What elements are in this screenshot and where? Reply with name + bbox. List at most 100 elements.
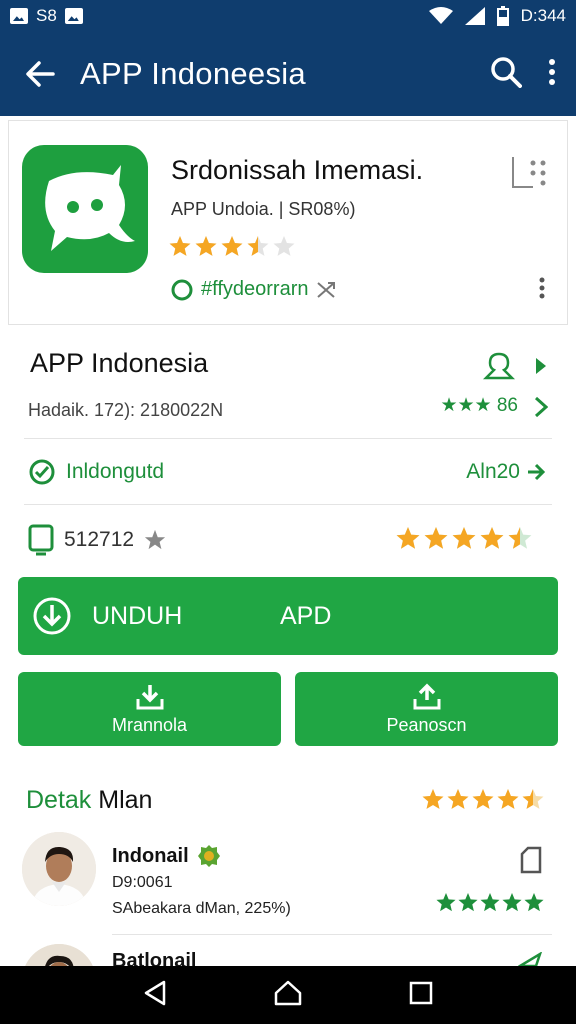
rating-star-filled (221, 236, 243, 256)
rating-star-filled (458, 893, 478, 912)
wifi-icon (428, 7, 453, 24)
app-bar-title: APP Indoneesia (80, 56, 306, 91)
row-left-label: Inldongutd (66, 460, 165, 483)
rating-star-empty (273, 236, 295, 256)
bookmark-grid-icon (512, 157, 546, 188)
review-meta-date: D9:0061 (112, 874, 173, 891)
section-title: APP Indonesia (30, 348, 209, 378)
app-subtitle: APP Undoia. | SR08%) (171, 199, 356, 219)
right-action-button[interactable]: Peanoscn (295, 672, 558, 746)
rating-star-filled (424, 527, 448, 549)
rating-star-filled (480, 893, 500, 912)
follow-button[interactable] (482, 352, 516, 387)
nav-recents-button[interactable] (408, 980, 434, 1011)
right-action-label: Peanoscn (386, 714, 467, 735)
share-tray-icon (413, 683, 440, 709)
install-button[interactable]: UNDUH APD (18, 577, 558, 655)
person-outline-icon (482, 352, 516, 380)
avatar[interactable] (22, 832, 96, 906)
review-item: Indonail (112, 844, 221, 868)
rating-star-filled (452, 527, 476, 549)
more-vert-icon (549, 58, 555, 85)
arrow-back-icon (26, 61, 55, 87)
divider (24, 438, 552, 439)
person-photo-icon (22, 832, 96, 906)
rating-star-filled (169, 236, 191, 256)
rating-star-filled (502, 893, 522, 912)
row-right-label: Aln20 (466, 460, 520, 483)
system-nav-bar (0, 966, 576, 1024)
reviews-title-part2: Mlan (98, 786, 153, 814)
app-icon[interactable] (22, 145, 148, 273)
rating-chevron-button[interactable] (534, 396, 549, 423)
app-bar: APP Indoneesia (0, 32, 576, 116)
row-rating-stars (396, 526, 546, 550)
info-row-device[interactable]: 512712 (28, 524, 166, 556)
rating-star-filled (447, 789, 469, 809)
flag-outline-icon (520, 846, 542, 874)
external-link-icon (317, 281, 336, 298)
header-more-button[interactable] (539, 277, 545, 304)
chat-ghost-icon (45, 165, 135, 251)
nav-back-button[interactable] (142, 979, 168, 1012)
app-header-card: Srdonissah Imemasi. APP Undoia. | SR08%)… (8, 120, 568, 325)
info-rating-text: ★★★ 86 (440, 395, 518, 416)
status-bar: S8 D:344 (0, 0, 576, 32)
reviews-rating-stars (422, 788, 546, 817)
reviewer-name: Indonail (112, 844, 189, 867)
image-notification-icon (64, 8, 83, 24)
wishlist-button[interactable] (511, 155, 547, 194)
tablet-icon (28, 524, 54, 556)
signal-icon (464, 7, 485, 25)
check-circle-icon (29, 459, 55, 485)
review-flag-button[interactable] (520, 846, 542, 879)
info-chevron-button[interactable] (534, 356, 548, 381)
square-recents-icon (409, 981, 432, 1004)
overflow-menu-button[interactable] (548, 58, 556, 91)
rating-star-filled (497, 789, 519, 809)
developer-link[interactable]: #ffydeorrarn (171, 278, 336, 301)
download-circle-icon (33, 597, 71, 635)
section-subtitle: Hadaik. 172): 2180022N (28, 400, 224, 420)
rating-star-filled (422, 789, 444, 809)
search-button[interactable] (490, 56, 522, 93)
app-name: Srdonissah Imemasi. (171, 155, 424, 185)
reviews-title-part1: Detak (26, 786, 92, 814)
divider (112, 934, 552, 935)
rating-star-filled (396, 527, 420, 549)
download-tray-icon (136, 684, 163, 709)
status-time-left: S8 (36, 6, 57, 25)
search-icon (491, 56, 522, 88)
info-row-version-action[interactable]: Aln20 (466, 460, 546, 484)
more-vert-icon (539, 277, 545, 299)
left-action-button[interactable]: Mrannola (18, 672, 281, 746)
review-meta-text: SAbeakara dMan, 225%) (112, 900, 291, 917)
reviews-title: Detak Mlan (26, 786, 152, 815)
star-icon (144, 529, 166, 550)
developer-name: #ffydeorrarn (201, 278, 309, 300)
info-rating: ★★★ 86 (440, 394, 518, 417)
chevron-right-icon (536, 358, 546, 374)
app-rating-stars (169, 235, 309, 264)
status-clock: D:344 (520, 6, 566, 25)
review-rating-stars (436, 892, 546, 919)
arrow-right-icon (528, 463, 546, 481)
nav-home-button[interactable] (273, 979, 303, 1012)
verified-circle-icon (171, 279, 193, 300)
gallery-notification-icon (10, 8, 28, 24)
row-left-label: 512712 (64, 528, 135, 551)
home-icon (274, 980, 302, 1005)
rating-star-filled (472, 789, 494, 809)
install-label: UNDUH (92, 601, 183, 630)
triangle-back-icon (145, 980, 166, 1005)
back-button[interactable] (0, 59, 80, 89)
rating-star-filled (195, 236, 217, 256)
verified-badge-icon (197, 845, 220, 867)
battery-icon (496, 6, 509, 26)
divider (24, 504, 552, 505)
install-label-secondary: APD (280, 601, 332, 630)
rating-star-filled (524, 893, 544, 912)
info-row-version[interactable]: Inldongutd (28, 458, 164, 486)
left-action-label: Mrannola (111, 714, 188, 735)
rating-star-filled (480, 527, 504, 549)
